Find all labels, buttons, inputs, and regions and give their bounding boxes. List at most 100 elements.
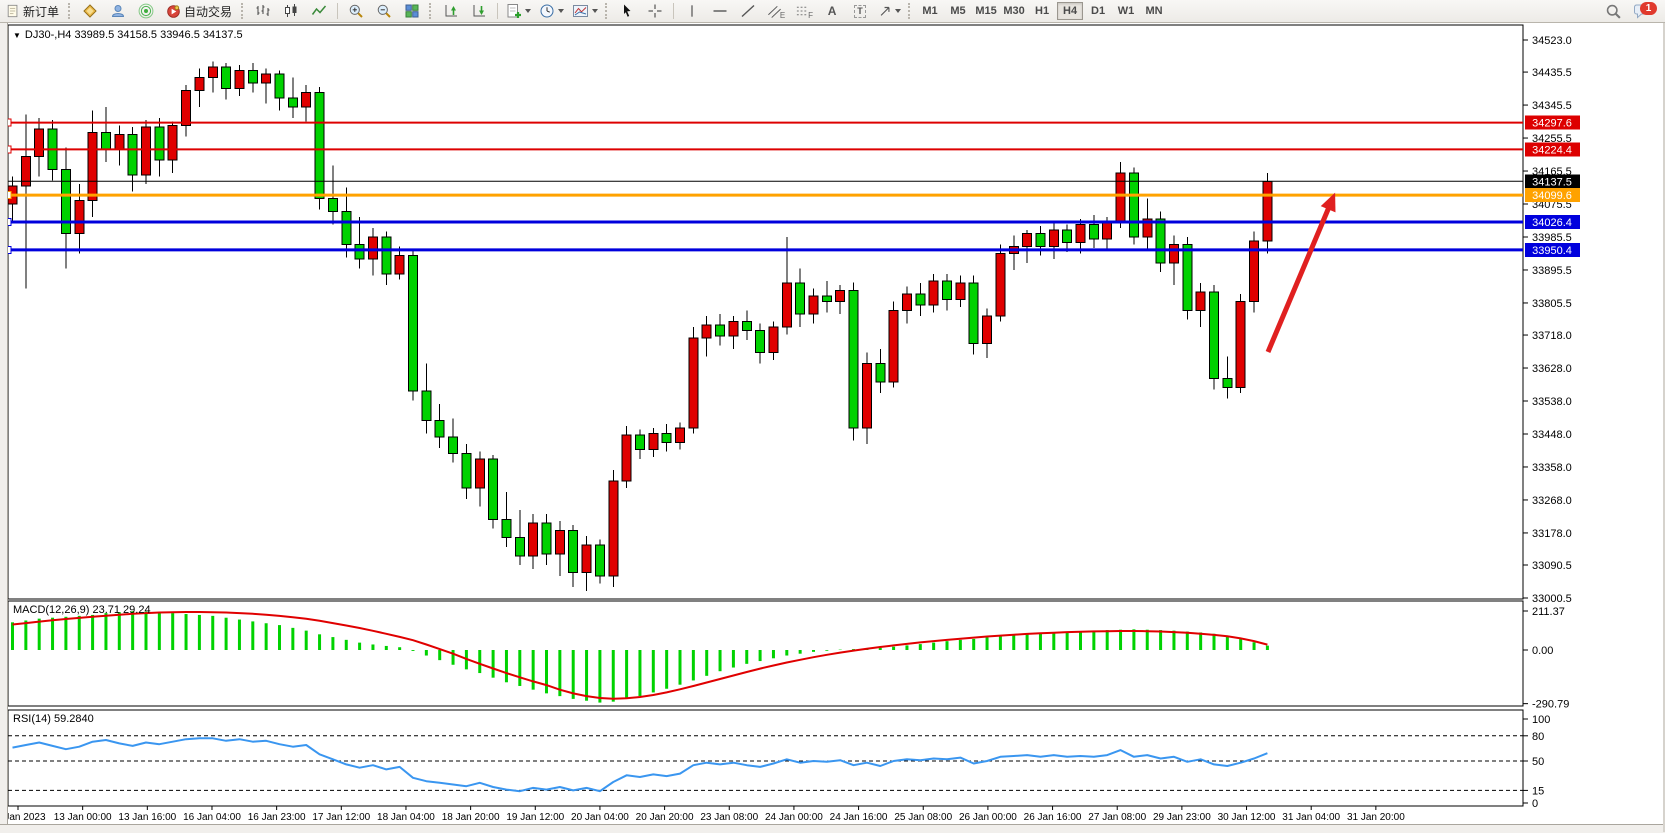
svg-text:31 Jan 04:00: 31 Jan 04:00: [1282, 812, 1340, 823]
text-label-tool-button[interactable]: T: [847, 1, 873, 21]
notification-badge: 1: [1640, 2, 1657, 15]
text-label-letter: T: [854, 5, 866, 18]
svg-text:33628.0: 33628.0: [1532, 363, 1572, 375]
autotrading-label: 自动交易: [184, 3, 232, 20]
line-chart-icon: [311, 3, 327, 19]
timeframe-buttons: M1M5M15M30H1H4D1W1MN: [916, 2, 1168, 20]
svg-text:33358.0: 33358.0: [1532, 462, 1572, 474]
community-button[interactable]: [105, 1, 131, 21]
timeframe-m15-button[interactable]: M15: [973, 2, 999, 20]
indicator-window-up-icon: [443, 3, 459, 19]
signal-waves-icon: [138, 3, 154, 19]
svg-text:34137.5: 34137.5: [1532, 176, 1572, 188]
zoom-in-button[interactable]: [343, 1, 369, 21]
arrows-dropdown-caret[interactable]: [895, 9, 901, 13]
new-chart-dropdown-caret[interactable]: [525, 9, 531, 13]
horizontal-line-tool-button[interactable]: [707, 1, 733, 21]
vertical-line-icon: [685, 3, 699, 19]
svg-text:34099.6: 34099.6: [1532, 190, 1572, 202]
trendline-tool-button[interactable]: [735, 1, 761, 21]
timeframe-d1-button[interactable]: D1: [1085, 2, 1111, 20]
rsi-indicator-label: RSI(14) 59.2840: [13, 713, 94, 725]
svg-text:33448.0: 33448.0: [1532, 429, 1572, 441]
bar-chart-icon: [255, 3, 271, 19]
search-button[interactable]: [1600, 1, 1626, 21]
svg-text:16 Jan 04:00: 16 Jan 04:00: [183, 812, 241, 823]
svg-text:80: 80: [1532, 731, 1544, 743]
svg-text:13 Jan 00:00: 13 Jan 00:00: [54, 812, 112, 823]
svg-text:25 Jan 08:00: 25 Jan 08:00: [894, 812, 952, 823]
periods-dropdown-caret[interactable]: [558, 9, 564, 13]
timeframe-m5-button[interactable]: M5: [945, 2, 971, 20]
template-chart-icon: [572, 3, 589, 19]
toolbar-right-tools: 1: [1599, 0, 1661, 22]
periods-button[interactable]: [536, 1, 567, 21]
fibonacci-sub-letter: F: [808, 11, 813, 20]
chart-area[interactable]: 34523.034435.534345.534255.534165.534075…: [0, 0, 1665, 832]
equidistant-channel-tool-button[interactable]: E: [763, 1, 789, 21]
indicator-window-down-icon: [471, 3, 487, 19]
notifications-button[interactable]: 1: [1628, 0, 1660, 22]
svg-text:18 Jan 04:00: 18 Jan 04:00: [377, 812, 435, 823]
vertical-line-tool-button[interactable]: [679, 1, 705, 21]
new-chart-button[interactable]: [503, 1, 534, 21]
price-chart[interactable]: 34523.034435.534345.534255.534165.534075…: [0, 0, 1665, 832]
svg-text:24 Jan 16:00: 24 Jan 16:00: [830, 812, 888, 823]
tile-windows-button[interactable]: [399, 1, 425, 21]
line-chart-button[interactable]: [306, 1, 332, 21]
new-order-label: 新订单: [23, 3, 59, 20]
fibonacci-tool-button[interactable]: F: [791, 1, 817, 21]
svg-text:33538.0: 33538.0: [1532, 396, 1572, 408]
zoom-out-button[interactable]: [371, 1, 397, 21]
svg-text:33090.5: 33090.5: [1532, 560, 1572, 572]
time-axis: 12 Jan 202313 Jan 00:0013 Jan 16:0016 Ja…: [0, 806, 1405, 823]
arrows-tool-button[interactable]: [875, 1, 904, 21]
timeframe-h1-button[interactable]: H1: [1029, 2, 1055, 20]
new-order-button[interactable]: 新订单: [1, 1, 64, 21]
candlestick-chart-button[interactable]: [278, 1, 304, 21]
svg-text:33000.5: 33000.5: [1532, 593, 1572, 605]
svg-text:20 Jan 20:00: 20 Jan 20:00: [636, 812, 694, 823]
svg-text:15: 15: [1532, 785, 1544, 797]
autotrading-button[interactable]: 自动交易: [161, 1, 237, 21]
svg-text:33718.0: 33718.0: [1532, 330, 1572, 342]
timeframe-mn-button[interactable]: MN: [1141, 2, 1167, 20]
timeframe-h4-button[interactable]: H4: [1057, 2, 1083, 20]
signals-button[interactable]: [133, 1, 159, 21]
candlestick-icon: [283, 3, 299, 19]
timeframe-m1-button[interactable]: M1: [917, 2, 943, 20]
indicator-window-up-button[interactable]: [438, 1, 464, 21]
svg-text:211.37: 211.37: [1532, 606, 1565, 618]
collapse-trade-panel-icon[interactable]: ▼: [13, 31, 21, 40]
symbol-ohlc-header: ▼ DJ30-,H4 33989.5 34158.5 33946.5 34137…: [13, 29, 243, 41]
crosshair-icon: [647, 3, 663, 19]
autotrading-icon: [166, 4, 181, 19]
svg-text:34345.5: 34345.5: [1532, 100, 1572, 112]
svg-text:50: 50: [1532, 756, 1544, 768]
clock-icon: [539, 3, 555, 19]
svg-text:17 Jan 12:00: 17 Jan 12:00: [312, 812, 370, 823]
crosshair-tool-button[interactable]: [642, 1, 668, 21]
templates-dropdown-caret[interactable]: [592, 9, 598, 13]
search-icon: [1605, 3, 1622, 20]
bar-chart-button[interactable]: [250, 1, 276, 21]
svg-text:0.00: 0.00: [1532, 645, 1553, 657]
market-watch-button[interactable]: [77, 1, 103, 21]
svg-text:33985.5: 33985.5: [1532, 232, 1572, 244]
zoom-in-icon: [348, 3, 364, 19]
svg-text:-290.79: -290.79: [1532, 699, 1569, 711]
trendline-icon: [740, 3, 756, 19]
svg-text:34523.0: 34523.0: [1532, 35, 1572, 47]
macd-indicator-label: MACD(12,26,9) 23.71 29.24: [13, 604, 151, 616]
indicator-window-down-button[interactable]: [466, 1, 492, 21]
person-icon: [110, 3, 126, 19]
text-tool-button[interactable]: A: [819, 1, 845, 21]
new-order-icon: [6, 4, 20, 18]
templates-button[interactable]: [569, 1, 601, 21]
svg-text:31 Jan 20:00: 31 Jan 20:00: [1347, 812, 1405, 823]
timeframe-w1-button[interactable]: W1: [1113, 2, 1139, 20]
svg-text:34435.5: 34435.5: [1532, 67, 1572, 79]
cursor-tool-button[interactable]: [614, 1, 640, 21]
timeframe-m30-button[interactable]: M30: [1001, 2, 1027, 20]
ohlc-text: DJ30-,H4 33989.5 34158.5 33946.5 34137.5: [25, 29, 243, 41]
